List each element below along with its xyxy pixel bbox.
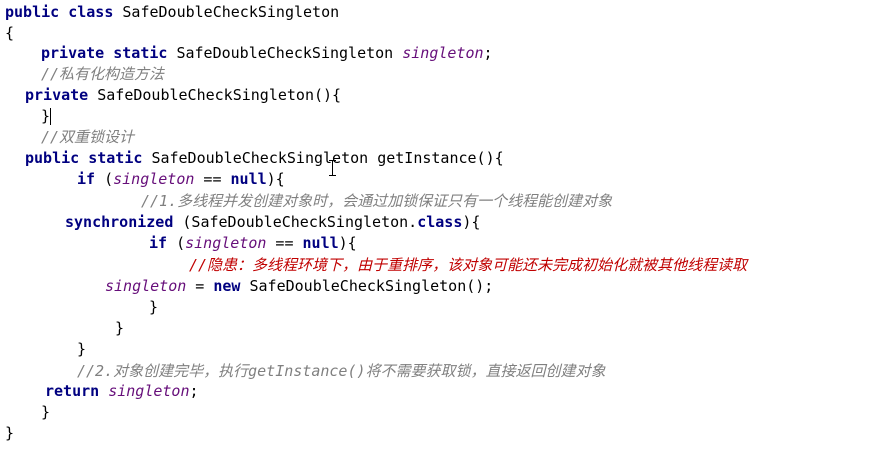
operator: == <box>194 170 231 188</box>
brace: } <box>77 340 87 358</box>
paren: ){ <box>266 170 285 188</box>
code-line-18: //2.对象创建完毕，执行getInstance()将不需要获取锁，直接返回创建… <box>77 361 606 382</box>
brace: } <box>115 319 125 337</box>
brace: { <box>5 24 15 42</box>
operator: == <box>266 234 303 252</box>
code-line-7: //双重锁设计 <box>41 127 134 148</box>
keyword: return <box>45 382 100 400</box>
paren: ( <box>104 170 114 188</box>
comment: //1.多线程并发创建对象时，会通过加锁保证只有一个线程能创建对象 <box>141 192 613 210</box>
text-caret <box>50 108 52 125</box>
code-line-9: if (singleton == null){ <box>77 169 285 190</box>
code-line-4: //私有化构造方法 <box>41 64 164 85</box>
field-name: singleton <box>105 277 187 295</box>
code-line-21: } <box>5 423 14 444</box>
code-line-17: } <box>77 339 86 360</box>
paren: ){ <box>338 234 357 252</box>
semicolon: ; <box>189 382 199 400</box>
ibeam-cursor-icon <box>329 160 337 176</box>
code-line-12: if (singleton == null){ <box>149 233 357 254</box>
code-line-13: //隐患：多线程环境下，由于重排序，该对象可能还未完成初始化就被其他线程读取 <box>189 255 747 276</box>
brace: } <box>5 424 15 442</box>
code-line-19: return singleton; <box>45 381 199 402</box>
keyword: if <box>77 170 96 188</box>
code-editor[interactable]: public class SafeDoubleCheckSingleton { … <box>0 0 885 449</box>
paren: ){ <box>462 213 481 231</box>
warning-comment: //隐患：多线程环境下，由于重排序，该对象可能还未完成初始化就被其他线程读取 <box>189 256 748 274</box>
code-line-8: public static SafeDoubleCheckSingleton g… <box>25 148 504 169</box>
constructor-call: SafeDoubleCheckSingleton(); <box>240 277 494 295</box>
method-decl: SafeDoubleCheckSingleton getInstance(){ <box>151 149 504 167</box>
comment: //2.对象创建完毕，执行getInstance()将不需要获取锁，直接返回创建… <box>77 362 606 380</box>
keyword: public <box>5 3 60 21</box>
code-line-15: } <box>149 297 158 318</box>
constructor-decl: SafeDoubleCheckSingleton(){ <box>97 86 342 104</box>
keyword: null <box>302 234 339 252</box>
brace: } <box>41 403 51 421</box>
field-name: singleton <box>402 44 484 62</box>
class-name: SafeDoubleCheckSingleton <box>122 3 340 21</box>
code-line-2: { <box>5 23 14 44</box>
brace: } <box>149 298 159 316</box>
code-line-5: private SafeDoubleCheckSingleton(){ <box>25 85 341 106</box>
code-line-6: } <box>41 106 52 127</box>
keyword: class <box>417 213 463 231</box>
operator: = <box>186 277 214 295</box>
semicolon: ; <box>483 44 493 62</box>
field-name: singleton <box>185 234 267 252</box>
code-line-16: } <box>115 318 124 339</box>
keyword: static <box>113 44 168 62</box>
keyword: new <box>213 277 241 295</box>
sync-target: (SafeDoubleCheckSingleton. <box>173 213 418 231</box>
type-name: SafeDoubleCheckSingleton <box>176 44 394 62</box>
keyword: public <box>25 149 80 167</box>
keyword: class <box>68 3 114 21</box>
keyword: private <box>41 44 105 62</box>
code-line-10: //1.多线程并发创建对象时，会通过加锁保证只有一个线程能创建对象 <box>141 191 612 212</box>
brace: } <box>41 107 51 125</box>
keyword: static <box>88 149 143 167</box>
field-name: singleton <box>108 382 190 400</box>
code-line-3: private static SafeDoubleCheckSingleton … <box>41 43 493 64</box>
keyword: if <box>149 234 168 252</box>
comment: //私有化构造方法 <box>41 65 165 83</box>
code-line-11: synchronized (SafeDoubleCheckSingleton.c… <box>65 212 480 233</box>
keyword: null <box>230 170 267 188</box>
comment: //双重锁设计 <box>41 128 135 146</box>
keyword: synchronized <box>65 213 174 231</box>
keyword: private <box>25 86 89 104</box>
code-line-1: public class SafeDoubleCheckSingleton <box>5 2 339 23</box>
code-line-14: singleton = new SafeDoubleCheckSingleton… <box>105 276 493 297</box>
field-name: singleton <box>113 170 195 188</box>
code-line-20: } <box>41 402 50 423</box>
paren: ( <box>176 234 186 252</box>
